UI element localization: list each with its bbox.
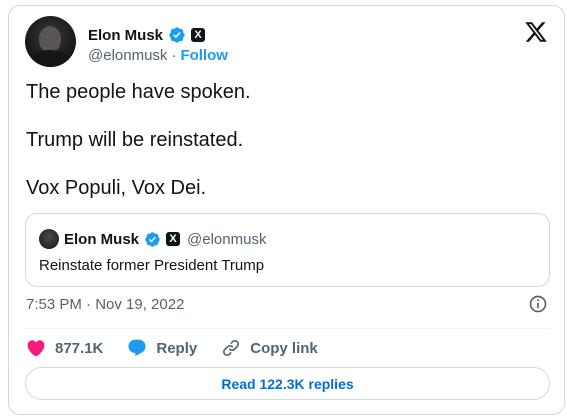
quoted-tweet[interactable]: Elon Musk X @elonmusk Reinstate former P… <box>25 213 550 287</box>
like-count: 877.1K <box>55 339 104 357</box>
tweet-embed-card: Elon Musk X @elonmusk · Follow The peopl… <box>8 5 565 415</box>
author-handle[interactable]: @elonmusk <box>88 47 167 64</box>
avatar-body <box>30 50 70 67</box>
avatar-face <box>39 26 61 52</box>
quoted-tweet-text: Reinstate former President Trump <box>39 257 265 274</box>
quoted-author-handle: @elonmusk <box>187 230 267 248</box>
tweet-timestamp[interactable]: 7:53 PM · Nov 19, 2022 <box>26 296 184 313</box>
tweet-line: Vox Populi, Vox Dei. <box>26 177 207 199</box>
reply-button[interactable]: Reply <box>127 338 197 358</box>
quoted-author-avatar <box>39 229 59 249</box>
reply-bubble-icon <box>128 339 146 357</box>
heart-icon <box>27 340 45 357</box>
link-icon <box>223 339 240 357</box>
author-avatar[interactable] <box>25 16 76 67</box>
author-name[interactable]: Elon Musk <box>88 27 163 44</box>
x-logo-icon[interactable] <box>524 20 548 44</box>
x-affiliation-badge-icon: X <box>166 232 181 246</box>
read-replies-button[interactable]: Read 122.3K replies <box>25 367 550 400</box>
divider <box>25 328 550 329</box>
verified-badge-icon <box>169 27 185 43</box>
copy-link-button[interactable]: Copy link <box>221 338 318 358</box>
quoted-tweet-header: Elon Musk X @elonmusk <box>64 229 266 249</box>
verified-badge-icon <box>145 231 160 247</box>
quoted-author-name: Elon Musk <box>64 230 140 248</box>
like-button[interactable]: 877.1K <box>26 338 103 358</box>
author-handle-row: @elonmusk · Follow <box>88 47 228 64</box>
reply-label: Reply <box>156 339 198 357</box>
handle-separator: · <box>171 47 177 64</box>
tweet-line: The people have spoken. <box>26 81 251 103</box>
copy-link-label: Copy link <box>250 339 318 357</box>
x-affiliation-badge-icon: X <box>191 28 206 42</box>
tweet-line: Trump will be reinstated. <box>26 129 244 151</box>
tweet-actions: 877.1K Reply Copy link <box>26 337 342 359</box>
info-icon[interactable] <box>528 294 548 314</box>
author-name-row: Elon Musk X <box>88 25 206 45</box>
follow-button[interactable]: Follow <box>180 47 228 64</box>
tweet-text: The people have spoken. Trump will be re… <box>26 80 546 224</box>
